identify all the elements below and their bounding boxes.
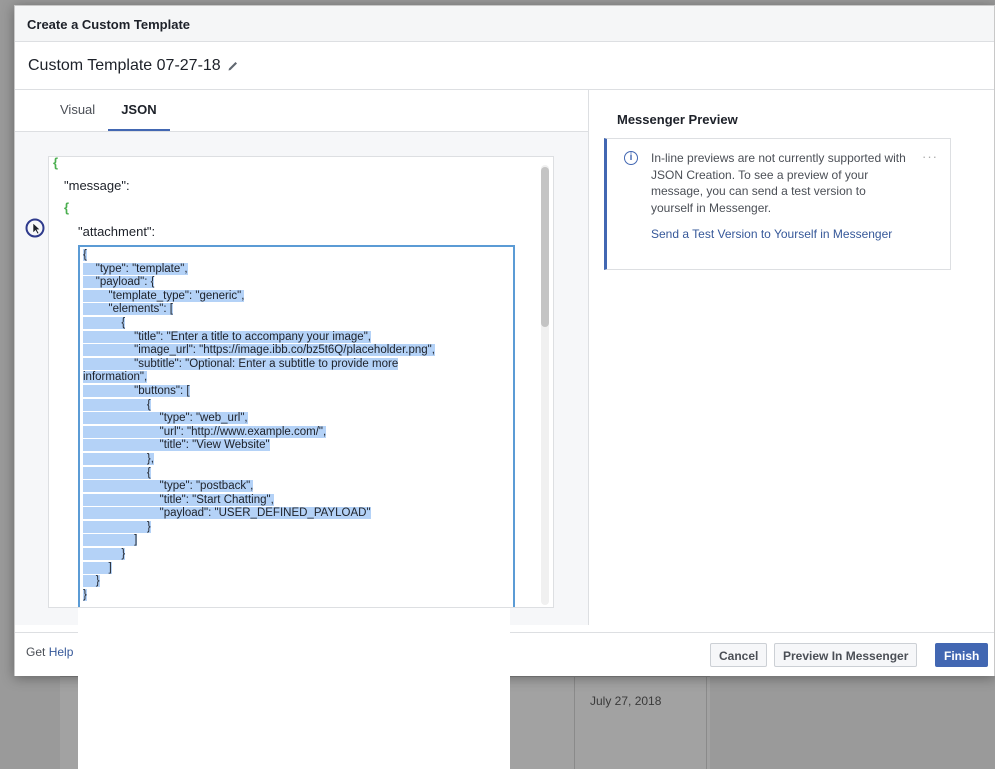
code-line: ] xyxy=(83,534,138,547)
preview-title: Messenger Preview xyxy=(617,112,738,127)
code-line: "title": "View Website" xyxy=(83,439,270,452)
editor-scrollbar-thumb[interactable] xyxy=(541,167,549,327)
code-line: { xyxy=(83,466,151,479)
code-line: information", xyxy=(83,371,148,384)
template-name[interactable]: Custom Template 07-27-18 xyxy=(28,57,221,75)
code-line: "title": "Enter a title to accompany you… xyxy=(83,330,371,343)
code-line: "url": "http://www.example.com/", xyxy=(83,425,327,438)
video-overlay xyxy=(78,608,510,769)
messenger-preview-panel: Messenger Preview i In-line previews are… xyxy=(589,90,994,625)
info-icon: i xyxy=(624,151,638,165)
code-line: } xyxy=(83,548,126,561)
cancel-button[interactable]: Cancel xyxy=(710,643,768,667)
code-line: "title": "Start Chatting", xyxy=(83,493,274,506)
more-icon[interactable]: ··· xyxy=(922,149,938,164)
help-text: Get Help xyxy=(26,645,73,659)
code-line: "type": "template", xyxy=(83,262,188,275)
create-template-modal: Create a Custom Template Custom Template… xyxy=(14,5,995,676)
table-divider xyxy=(706,676,707,769)
open-brace-message: { xyxy=(64,200,70,215)
cursor-icon xyxy=(25,218,45,238)
code-line: "template_type": "generic", xyxy=(83,289,245,302)
code-line: { xyxy=(83,316,126,329)
preview-notice: i In-line previews are not currently sup… xyxy=(604,138,951,270)
code-line: } xyxy=(83,575,100,588)
code-line: ] xyxy=(83,561,112,574)
code-line: "elements": [ xyxy=(83,303,173,316)
background-date: July 27, 2018 xyxy=(590,694,662,708)
code-line: { xyxy=(83,249,87,261)
message-key: "message": xyxy=(64,178,130,193)
attachment-key: "attachment": xyxy=(78,224,156,239)
template-name-row[interactable]: Custom Template 07-27-18 xyxy=(15,42,994,90)
tab-json[interactable]: JSON xyxy=(108,90,170,131)
modal-title: Create a Custom Template xyxy=(15,6,994,42)
preview-in-messenger-button[interactable]: Preview In Messenger xyxy=(774,643,918,667)
code-line: } xyxy=(83,520,151,533)
attachment-json-textarea[interactable]: { "type": "template", "payload": { "temp… xyxy=(78,245,515,607)
send-test-link[interactable]: Send a Test Version to Yourself in Messe… xyxy=(651,226,911,243)
finish-button[interactable]: Finish xyxy=(935,643,989,667)
help-prefix: Get xyxy=(26,645,49,659)
tab-visual[interactable]: Visual xyxy=(47,90,108,131)
help-link[interactable]: Help xyxy=(49,645,74,659)
code-line: "buttons": [ xyxy=(83,384,190,397)
code-line: "type": "postback", xyxy=(83,480,254,493)
table-divider xyxy=(574,676,575,769)
code-line: "subtitle": "Optional: Enter a subtitle … xyxy=(83,357,399,370)
code-line: "type": "web_url", xyxy=(83,412,248,425)
open-brace: { xyxy=(53,156,59,170)
code-line: }, xyxy=(83,452,154,465)
notice-text: In-line previews are not currently suppo… xyxy=(651,151,906,215)
json-editor[interactable]: { "message": { "attachment": { "type": "… xyxy=(48,156,554,608)
code-line: "image_url": "https://image.ibb.co/bz5t6… xyxy=(83,344,435,357)
code-line: "payload": { xyxy=(83,276,155,289)
json-code: { "type": "template", "payload": { "temp… xyxy=(80,247,513,604)
json-editor-panel: Visual JSON { "message": { "attachment":… xyxy=(15,90,589,625)
pencil-icon[interactable] xyxy=(227,59,241,73)
code-line: { xyxy=(83,398,151,411)
code-line: } xyxy=(83,588,87,601)
tab-bar: Visual JSON xyxy=(15,90,588,132)
code-line: "payload": "USER_DEFINED_PAYLOAD" xyxy=(83,507,371,520)
